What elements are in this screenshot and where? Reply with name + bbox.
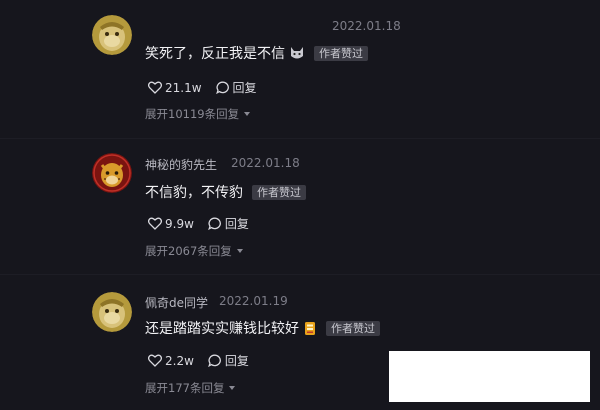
watermark-char: 宜 [401,356,437,397]
divider [0,138,600,139]
reply-label: 回复 [232,81,257,95]
reply-button[interactable]: 回复 [215,79,257,96]
comment-date: 2022.01.18 [332,19,401,33]
avatar[interactable] [92,292,132,332]
like-button[interactable]: 21.1w [148,81,202,95]
comment-date: 2022.01.18 [231,156,300,170]
reply-bubble-icon [215,81,229,94]
comment-text: 不信豹，不传豹 [145,185,243,201]
reply-bubble-icon [208,217,221,230]
comment-text-line: 不信豹，不传豹 作者赞过 [145,182,306,202]
avatar[interactable] [92,15,132,55]
divider [0,274,600,275]
reply-button[interactable]: 回复 [208,215,249,232]
cat-face-emoji [289,46,305,60]
comment-username[interactable]: 佩奇de同学 [145,294,208,311]
reply-label: 回复 [224,217,249,231]
expand-replies-label: 展开177条回复 [145,381,225,395]
watermark-char: 活 [542,356,578,397]
like-button[interactable]: 2.2w [148,354,194,368]
comment-text: 还是踏踏实实赚钱比较好 [145,321,299,337]
comment-actions: 21.1w 回复 [148,79,271,96]
comment-date: 2022.01.19 [219,294,288,308]
author-liked-badge: 作者赞过 [326,320,380,336]
expand-replies-label: 展开2067条回复 [145,244,232,258]
reply-label: 回复 [224,354,249,368]
author-liked-badge: 作者赞过 [314,45,368,61]
like-count: 9.9w [165,216,194,231]
author-liked-badge: 作者赞过 [252,184,306,200]
expand-replies-button[interactable]: 展开10119条回复 [145,106,251,122]
heart-icon [148,354,162,367]
comment-username[interactable]: 神秘的豹先生 [145,156,217,173]
comment-text-line: 笑死了，反正我是不信 作者赞过 [145,43,368,63]
watermark-char: 美 [448,356,484,397]
reply-bubble-icon [208,354,221,367]
caret-down-icon [236,249,243,253]
watermark-char: 生 [495,356,531,397]
expand-replies-label: 展开10119条回复 [145,107,240,121]
comment-actions: 2.2w 回复 [148,352,263,369]
like-button[interactable]: 9.9w [148,217,194,231]
caret-down-icon [229,386,236,390]
comment-text-line: 还是踏踏实实赚钱比较好 作者赞过 [145,318,380,338]
comment-actions: 9.9w 回复 [148,215,263,232]
reply-button[interactable]: 回复 [208,352,249,369]
heart-icon [148,81,162,94]
heart-icon [148,217,162,230]
expand-replies-button[interactable]: 展开2067条回复 [145,243,243,259]
like-count: 21.1w [165,80,202,95]
money-emoji [303,321,317,336]
like-count: 2.2w [165,353,194,368]
caret-down-icon [244,112,251,116]
avatar[interactable] [92,153,132,193]
watermark-logo: 宜 美 生 活 [389,351,590,402]
expand-replies-button[interactable]: 展开177条回复 [145,380,236,396]
comment-text: 笑死了，反正我是不信 [145,46,285,62]
